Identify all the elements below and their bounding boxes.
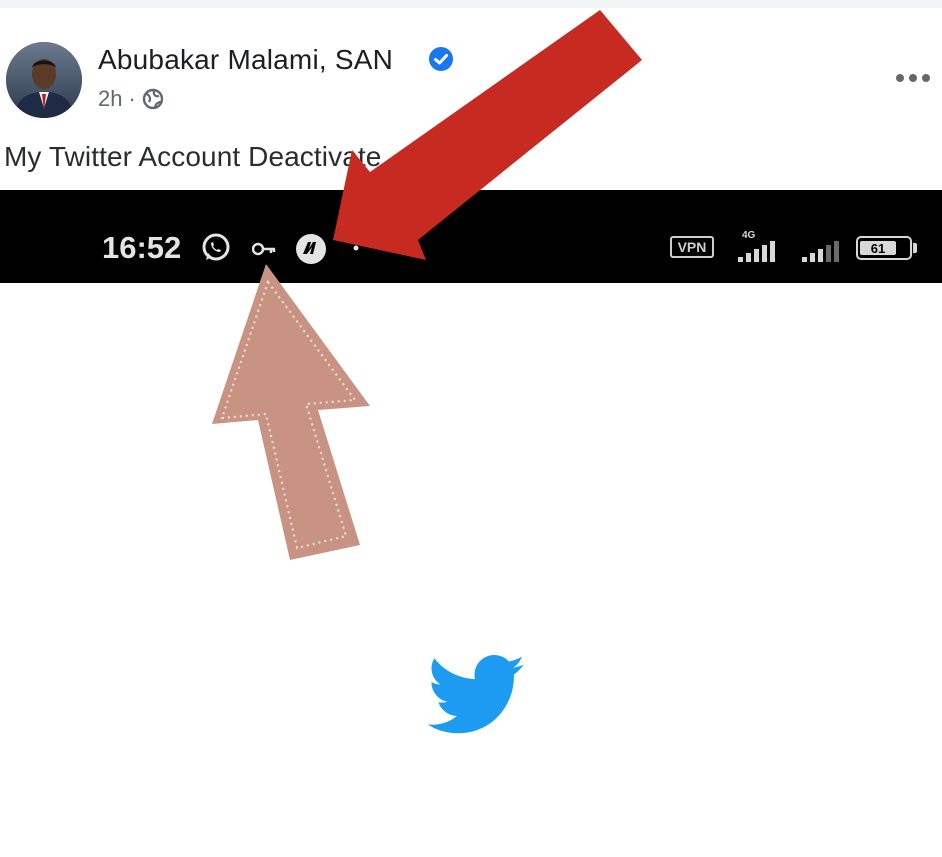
app-notification-icon xyxy=(296,234,326,264)
post-text: My Twitter Account Deactivate xyxy=(4,141,382,172)
globe-icon xyxy=(142,88,164,110)
battery-level: 61 xyxy=(860,240,896,256)
battery-tip xyxy=(913,243,917,253)
top-strip xyxy=(0,0,942,8)
content-area xyxy=(0,283,942,857)
avatar[interactable] xyxy=(6,42,82,118)
post-meta: 2h · xyxy=(98,86,164,112)
battery-percent: 61 xyxy=(870,240,886,256)
whatsapp-icon xyxy=(202,233,230,261)
meta-separator: · xyxy=(128,86,136,111)
author-name[interactable]: Abubakar Malami, SAN xyxy=(98,44,393,76)
post-header: Abubakar Malami, SAN 2h · My Twitter Acc… xyxy=(0,8,942,188)
verified-badge-icon xyxy=(429,47,453,71)
battery-icon: 61 xyxy=(856,236,912,260)
signal-strength-icon xyxy=(738,241,775,262)
status-bar: 16:52 VPN 4G 61 xyxy=(0,190,942,283)
twitter-bird-icon xyxy=(427,655,525,734)
more-options-icon[interactable] xyxy=(894,70,932,86)
vpn-label: VPN xyxy=(677,239,707,255)
vpn-icon: VPN xyxy=(670,236,714,258)
status-time: 16:52 xyxy=(102,230,182,265)
key-icon xyxy=(252,242,276,256)
signal-strength-2-icon xyxy=(802,241,839,262)
post-time[interactable]: 2h xyxy=(98,86,122,112)
more-notifications-dot-icon xyxy=(353,245,359,251)
